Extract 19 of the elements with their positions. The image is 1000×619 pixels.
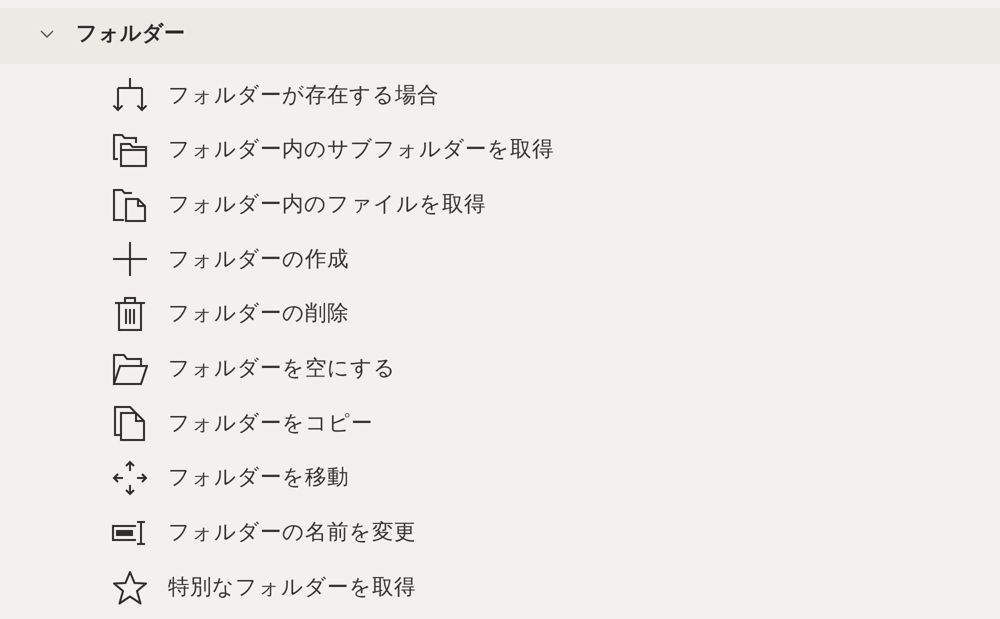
folder-file-icon [112, 186, 148, 223]
plus-icon [112, 241, 148, 278]
move-arrows-icon [112, 460, 148, 496]
action-item[interactable]: フォルダーが存在する場合 [112, 77, 439, 114]
action-item[interactable]: フォルダー内のファイルを取得 [112, 186, 486, 223]
copy-icon [112, 405, 148, 442]
action-item[interactable]: フォルダーの削除 [112, 296, 349, 332]
group-header[interactable]: フォルダー [0, 8, 1000, 64]
action-item[interactable]: フォルダーを空にする [112, 350, 396, 387]
trash-icon [112, 296, 148, 332]
stacked-folders-icon [112, 132, 148, 168]
action-item[interactable]: 特別なフォルダーを取得 [112, 570, 416, 606]
action-item[interactable]: フォルダーを移動 [112, 460, 349, 496]
action-item[interactable]: フォルダー内のサブフォルダーを取得 [112, 132, 554, 168]
star-icon [112, 570, 148, 606]
action-item[interactable]: フォルダーの作成 [112, 241, 349, 278]
branch-arrows-icon [112, 77, 148, 114]
action-item[interactable]: フォルダーをコピー [112, 405, 373, 442]
action-item[interactable]: フォルダーの名前を変更 [112, 514, 416, 551]
